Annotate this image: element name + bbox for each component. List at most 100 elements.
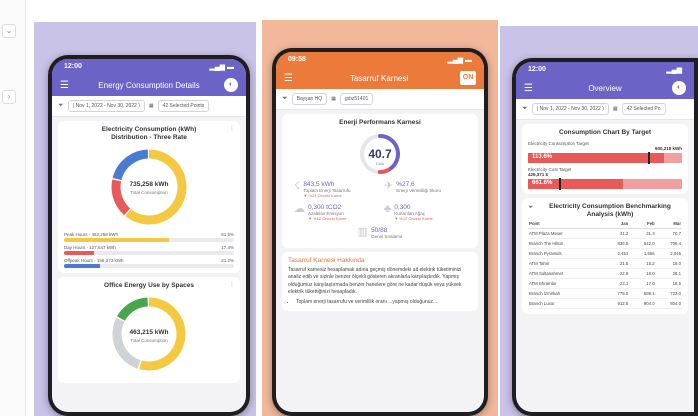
filter-bar: ⏷ Bayşan HQ ▦ gdız51401 [276, 89, 484, 110]
more-options-icon[interactable]: ⋮ [229, 125, 235, 132]
table-cell: 2,451 [602, 248, 630, 260]
table-row[interactable]: ATM Plaza Meser 31.2 31.3 70.7 [528, 228, 682, 240]
table-cell: Branch The Hilton [528, 238, 603, 250]
date-range-picker[interactable]: ( Nov 1, 2022 - Nov 30, 2022 ) [67, 100, 145, 112]
table-cell: 23.1 [602, 278, 630, 290]
table-row[interactable]: Branch The Hilton 836.5 542.0 706.4 [528, 238, 682, 250]
target2-percent: 661.6% [532, 180, 553, 187]
table-cell: 17.0 [629, 278, 656, 290]
more-options-icon[interactable]: ⋮ [229, 281, 235, 288]
legend-row: Peak Hours - 452,258 kWh 61.5% [64, 232, 234, 237]
table-cell: 706.4 [655, 238, 682, 250]
chevron-down-icon[interactable]: ⌄ [2, 24, 16, 38]
table-row[interactable]: Branch Pyramids 2,451 1,566 2,045 [528, 248, 682, 260]
table-cell: ATM Ehramlar [528, 278, 603, 290]
column-header[interactable]: Mar [655, 219, 682, 230]
phone-screen: 12:00 ▂▄▆ ▬ ☰ Energy Consumption Details… [52, 59, 246, 412]
site-selector[interactable]: Bayşan HQ [291, 93, 328, 105]
about-title: Tasarruf Karnesi Hakkında [288, 257, 365, 265]
app-logo-icon[interactable]: ◐ [672, 81, 686, 95]
about-bullet: Toplam enerji tasarrufu ve verimlilik or… [296, 299, 472, 306]
status-time: 12:00 [64, 63, 82, 70]
app-logo-icon[interactable]: ◐ [224, 78, 238, 92]
status-time: 12:00 [528, 66, 546, 73]
filter-icon[interactable]: ⏷ [528, 204, 534, 212]
points-selector[interactable]: 42 Selected Points [157, 100, 210, 112]
header: 12:00 ▂▄▆ ☰ Overview ◐ [516, 62, 694, 99]
score-gauge: 40.7 Dolu [288, 131, 472, 177]
calendar-icon[interactable]: ▦ [331, 96, 336, 102]
table-cell: 904.0 [629, 298, 656, 310]
status-bar: 09:58 ▂▄▆ ▬ [276, 52, 484, 67]
gauge-value: 40.7 [368, 147, 392, 161]
page-title: Overview [588, 83, 622, 93]
about-text: Tasarruf karnesiz hesaplamak adına geçmi… [288, 267, 462, 295]
metric-trend: ▼ %23 Önceki Karne [303, 193, 342, 199]
legend-percent: 21.2% [221, 258, 234, 264]
target2-bar: 661.6% [528, 178, 682, 191]
donut-segment[interactable] [112, 149, 149, 181]
metric-icon: ☁ [294, 203, 305, 216]
column-header[interactable]: Feb [629, 219, 656, 230]
points-selector[interactable]: 42 Selected Po [621, 103, 666, 115]
calendar-icon[interactable]: ▦ [149, 103, 154, 109]
meter-selector[interactable]: gdız51401 [339, 93, 374, 105]
table-cell: 18.0 [629, 268, 656, 280]
chevron-right-icon[interactable]: › [2, 90, 16, 104]
table-cell: ATM Plaza Meser [528, 228, 603, 240]
brand-logo: ON [460, 71, 476, 85]
column-header[interactable]: Jan [602, 219, 630, 230]
legend-row: Offpeak Hours - 155,373 kWh 21.2% [64, 258, 234, 263]
status-bar: 12:00 ▂▄▆ [516, 62, 694, 77]
app-bar: ☰ Overview ◐ [516, 77, 694, 99]
metric-trend: ▼ %12 Önceki Karne [308, 216, 347, 222]
metric-value: 0,300 [394, 204, 411, 212]
card-title-line1: Electricity Consumption Benchmarking [549, 203, 671, 211]
menu-icon[interactable]: ☰ [524, 83, 538, 94]
table-row[interactable]: ATM Tahrir 21.5 15.2 18.0 [528, 258, 682, 270]
legend-percent: 17.4% [221, 245, 234, 251]
filter-icon[interactable]: ⏷ [282, 95, 288, 103]
table-cell: 18.5 [655, 278, 682, 290]
table-cell: 21.5 [602, 258, 630, 270]
target1-percent: 113.6% [532, 154, 553, 161]
metric-value: %27,6 [396, 181, 415, 189]
legend-fill [64, 238, 169, 243]
table-cell: 836.5 [602, 238, 630, 250]
table-row[interactable]: Branch Luxor 912.5 904.0 804.0 [528, 298, 682, 310]
metric-icon: ✈ [384, 180, 394, 193]
donut-segment[interactable] [111, 179, 131, 216]
table-cell: 18.0 [655, 258, 682, 270]
left-edge-strip: ⌄ › [0, 0, 26, 416]
filter-icon[interactable]: ⏷ [522, 105, 528, 113]
column-header[interactable]: Point [528, 219, 603, 230]
metric-icon: ♣ [384, 203, 392, 216]
card-title-line1: Electricity Consumption (kWh) [101, 126, 197, 133]
filter-bar: ⏷ ( Nov 1, 2022 - Nov 30, 2022 ) ▦ 42 Se… [52, 96, 246, 117]
performance-card: Enerji Performans Karnesi 40.7 Dolu ☇ 843… [282, 114, 478, 249]
calendar-icon[interactable]: ▦ [613, 106, 618, 112]
table-cell: 775.0 [602, 288, 630, 300]
target1-value: 600,218 kWh [654, 146, 682, 152]
donut-segment[interactable] [117, 297, 149, 322]
table-row[interactable]: Branch İzmirkah 775.0 588.1 723.0 [528, 288, 682, 300]
table-cell: 588.1 [629, 288, 656, 300]
target2-value: 429,371 $ [528, 172, 549, 178]
card-title-line2: Analysis (kWh) [586, 211, 634, 219]
filter-icon[interactable]: ⏷ [58, 102, 64, 110]
menu-icon[interactable]: ☰ [60, 80, 74, 91]
legend-fill [64, 264, 101, 269]
metric-grid: ☇ 843,5 kWh Toplam Enerji Tasarrufu ▼ %23 Ö… [288, 179, 472, 223]
table-cell: 28.1 [655, 268, 682, 280]
donut-center-value: 463,215 kWh [129, 329, 168, 336]
table-row[interactable]: ATM Sultanahmet 22.9 18.0 28.1 [528, 268, 682, 280]
donut-center-value: 735,258 kWh [129, 181, 168, 188]
table-cell: 542.0 [629, 238, 656, 250]
legend-label: Peak Hours - 452,258 kWh [64, 232, 119, 238]
table-row[interactable]: ATM Ehramlar 23.1 17.0 18.5 [528, 278, 682, 290]
status-bar: 12:00 ▂▄▆ ▬ [52, 59, 246, 74]
menu-icon[interactable]: ☰ [284, 73, 298, 84]
date-range-picker[interactable]: ( Nov 1, 2022 - Nov 30, 2022 ) [531, 103, 609, 115]
card-title: Office Energy Use by Spaces [104, 282, 194, 290]
phone-screen: 09:58 ▂▄▆ ▬ ☰ Tasarruf Karnesi ON ⏷ Bayş… [276, 52, 484, 412]
